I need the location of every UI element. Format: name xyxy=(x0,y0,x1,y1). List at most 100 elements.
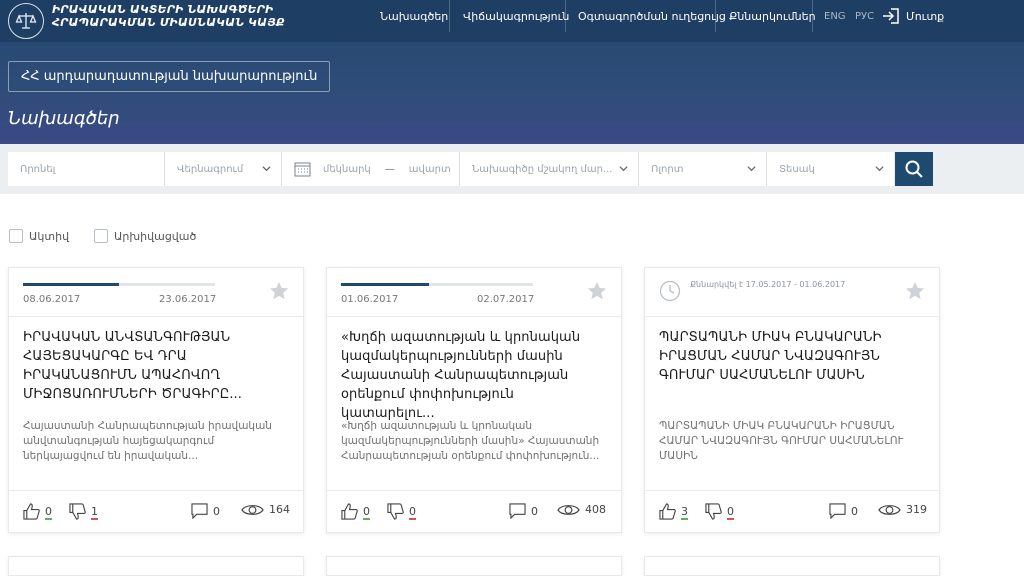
card-title[interactable]: ԻՐԱՎԱԿԱՆ ԱՆՎՏԱՆԳՈՒԹՅԱՆ ՀԱՅԵՑԱԿԱՐԳԸ ԵՎ ԴՐ… xyxy=(23,328,291,404)
thumbs-up-icon xyxy=(23,503,40,520)
date-dash: — xyxy=(384,163,395,175)
card-description: ՊԱՐՏԱՊԱՆԻ ՄԻԱԿ ԲՆԱԿԱՐԱՆԻ ԻՐԱՑՄԱՆ ՀԱՄԱՐ Ն… xyxy=(659,420,904,462)
search-placeholder: Որոնել xyxy=(20,163,56,175)
comment-count: 0 xyxy=(213,505,220,518)
views-counter: 164 xyxy=(241,503,290,517)
nav-statistics[interactable]: Վիճակագրություն xyxy=(463,0,569,32)
type-value: Տեսակ xyxy=(779,163,815,175)
dislike-button[interactable]: 0 xyxy=(387,503,416,520)
comment-count: 0 xyxy=(851,505,858,518)
card-title[interactable]: ՊԱՐՏԱՊԱՆԻ ՄԻԱԿ ԲՆԱԿԱՐԱՆԻ ԻՐԱՑՄԱՆ ՀԱՄԱՐ Ն… xyxy=(659,328,927,385)
lang-rus[interactable]: РУС xyxy=(855,0,874,32)
card-divider xyxy=(9,316,303,317)
view-count: 319 xyxy=(906,503,927,516)
nav-separator xyxy=(812,0,813,32)
progress-bar xyxy=(23,283,215,286)
sphere-select[interactable]: Ոլորտ xyxy=(639,152,766,186)
lang-eng[interactable]: ENG xyxy=(824,0,846,32)
card-divider xyxy=(327,316,621,317)
nav-discussions[interactable]: Քննարկումներ xyxy=(729,0,816,32)
project-card[interactable]: Քննարկվել է 17.05.2017 - 01.06.2017 ՊԱՐՏ… xyxy=(644,267,940,533)
search-icon xyxy=(905,160,923,178)
chevron-down-icon xyxy=(747,166,756,172)
project-card-partial[interactable] xyxy=(8,556,304,576)
active-checkbox-label: Ակտիվ xyxy=(29,229,70,243)
dislike-count: 0 xyxy=(727,505,734,520)
proposer-select[interactable]: Նախագիծը մշակող մար... xyxy=(460,152,638,186)
comment-icon xyxy=(509,503,526,519)
discussion-period: Քննարկվել է 17.05.2017 - 01.06.2017 xyxy=(690,280,846,289)
scales-logo-icon[interactable] xyxy=(8,3,44,39)
card-description: Հայաստանի Հանրապետության իրավական անվտան… xyxy=(23,420,272,462)
date-from-field[interactable]: մեկնարկ xyxy=(323,164,371,175)
site-title-line2: ՀՐԱՊԱՐԱԿՄԱՆ ՄԻԱՍՆԱԿԱՆ ԿԱՅՔ xyxy=(52,16,285,29)
view-count: 408 xyxy=(585,503,606,516)
card-description: «Խղճի ազատության և կրոնական կազմակերպութ… xyxy=(341,420,600,462)
comment-icon xyxy=(829,503,846,519)
star-icon[interactable] xyxy=(586,280,608,302)
thumbs-down-icon xyxy=(705,503,722,520)
eye-icon xyxy=(878,505,901,515)
date-range-input[interactable]: մեկնարկ — ավարտ xyxy=(282,152,459,186)
end-date: 02.07.2017 xyxy=(477,294,535,305)
start-date: 01.06.2017 xyxy=(341,294,399,305)
filter-bar: Որոնել Վերնագրում մեկնարկ — ավարտ Նախագի… xyxy=(0,144,1024,194)
star-icon[interactable] xyxy=(268,280,290,302)
eye-icon xyxy=(241,505,264,515)
views-counter: 408 xyxy=(557,503,606,517)
comment-icon xyxy=(191,503,208,519)
login-button[interactable]: Մուտք xyxy=(882,0,944,32)
archived-checkbox-box[interactable] xyxy=(94,229,108,243)
comments-button[interactable]: 0 xyxy=(191,503,220,519)
comments-button[interactable]: 0 xyxy=(829,503,858,519)
thumbs-down-icon xyxy=(69,503,86,520)
login-icon xyxy=(883,8,899,24)
archived-checkbox-label: Արխիվացված xyxy=(114,229,197,243)
nav-user-guide[interactable]: Օգտագործման ուղեցույց xyxy=(578,0,726,32)
active-checkbox-box[interactable] xyxy=(9,229,23,243)
progress-bar xyxy=(341,283,533,286)
progress-fill xyxy=(23,283,119,286)
end-date: 23.06.2017 xyxy=(159,294,217,305)
search-input[interactable]: Որոնել xyxy=(8,152,164,186)
site-title[interactable]: ԻՐԱՎԱԿԱՆ ԱԿՏԵՐԻ ՆԱԽԱԳԾԵՐԻ ՀՐԱՊԱՐԱԿՄԱՆ ՄԻ… xyxy=(52,3,285,29)
login-label: Մուտք xyxy=(906,9,945,23)
like-button[interactable]: 0 xyxy=(341,503,370,520)
comments-button[interactable]: 0 xyxy=(509,503,538,519)
project-card-partial[interactable] xyxy=(644,556,940,576)
project-card[interactable]: 01.06.2017 02.07.2017 «Խղճի ազատության և… xyxy=(326,267,622,533)
archived-checkbox[interactable]: Արխիվացված xyxy=(94,229,196,243)
dislike-count: 0 xyxy=(409,505,416,520)
thumbs-up-icon xyxy=(341,503,358,520)
card-divider xyxy=(9,490,303,491)
proposer-value: Նախագիծը մշակող մար... xyxy=(472,163,613,175)
title-scope-select[interactable]: Վերնագրում xyxy=(165,152,281,186)
type-select[interactable]: Տեսակ xyxy=(767,152,894,186)
dislike-button[interactable]: 1 xyxy=(69,503,98,520)
calendar-icon xyxy=(294,162,311,177)
card-title[interactable]: «Խղճի ազատության և կրոնական կազմակերպութ… xyxy=(341,328,609,423)
page-title: Նախագծեր xyxy=(8,108,120,129)
title-scope-value: Վերնագրում xyxy=(177,163,244,175)
site-title-line1: ԻՐԱՎԱԿԱՆ ԱԿՏԵՐԻ ՆԱԽԱԳԾԵՐԻ xyxy=(52,3,274,16)
progress-fill xyxy=(341,283,430,286)
like-count: 0 xyxy=(363,505,370,520)
card-divider xyxy=(327,490,621,491)
nav-projects[interactable]: Նախագծեր xyxy=(380,0,448,32)
ministry-tag[interactable]: ՀՀ արդարադատության նախարարություն xyxy=(8,61,331,92)
nav-separator xyxy=(715,0,716,32)
like-button[interactable]: 0 xyxy=(23,503,52,520)
nav-separator xyxy=(449,0,450,32)
project-card-partial[interactable] xyxy=(326,556,622,576)
dislike-button[interactable]: 0 xyxy=(705,503,734,520)
chevron-down-icon xyxy=(875,166,884,172)
active-checkbox[interactable]: Ակտիվ xyxy=(9,229,69,243)
card-divider xyxy=(645,490,939,491)
view-count: 164 xyxy=(269,503,290,516)
project-card[interactable]: 08.06.2017 23.06.2017 ԻՐԱՎԱԿԱՆ ԱՆՎՏԱՆԳՈՒ… xyxy=(8,267,304,533)
date-to-field[interactable]: ավարտ xyxy=(409,164,451,175)
like-button[interactable]: 3 xyxy=(659,503,688,520)
search-button[interactable] xyxy=(895,152,933,186)
star-icon[interactable] xyxy=(904,280,926,302)
start-date: 08.06.2017 xyxy=(23,294,81,305)
